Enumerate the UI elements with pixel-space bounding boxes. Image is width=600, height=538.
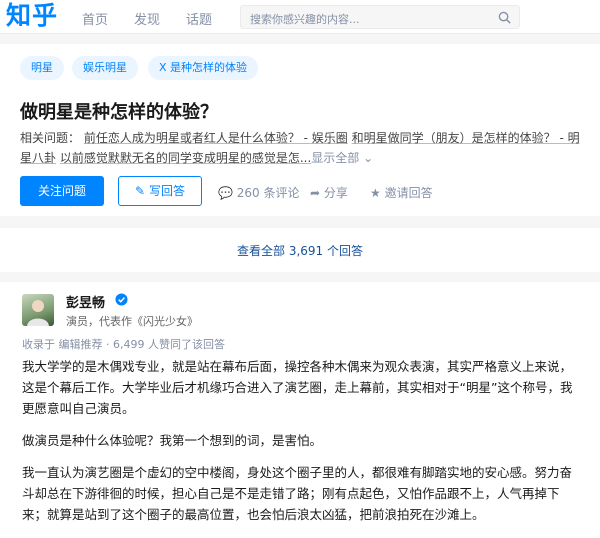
nav-discover[interactable]: 发现 <box>134 9 160 28</box>
answer-meta: 收录于 编辑推荐 · 6,499 人赞同了该回答 <box>22 338 225 351</box>
answer-paragraph: 做演员是种什么体验呢？我第一个想到的词，是害怕。 <box>22 433 323 448</box>
verified-icon <box>115 293 128 306</box>
show-all-link[interactable]: 显示全部 ⌄ <box>311 151 373 165</box>
search-input[interactable]: 搜索你感兴趣的内容... <box>240 5 520 29</box>
topic-tag[interactable]: X 是种怎样的体验 <box>148 56 259 80</box>
nav-home[interactable]: 首页 <box>82 9 108 28</box>
nav-topics[interactable]: 话题 <box>186 9 212 28</box>
question-title: 做明星是种怎样的体验？ <box>20 102 218 123</box>
related-label: 相关问题： <box>20 131 81 145</box>
comments-button[interactable]: 💬 260 条评论 <box>218 184 300 201</box>
related-question-link[interactable]: 前任恋人成为明星或者红人是什么体验？ - 娱乐圈 <box>84 131 348 145</box>
write-answer-button[interactable]: ✎ 写回答 <box>118 176 202 206</box>
search-placeholder: 搜索你感兴趣的内容... <box>250 13 360 26</box>
invite-icon: ★ <box>370 186 381 200</box>
topic-tag[interactable]: 娱乐明星 <box>72 56 138 80</box>
answer-paragraph: 我一直认为演艺圈是个虚幻的空中楼阁，身处这个圈子里的人，都很难有脚踏实地的安心感… <box>22 465 573 522</box>
author-name[interactable]: 彭昱畅 <box>66 292 105 311</box>
share-button[interactable]: ➦ 分享 <box>310 184 348 201</box>
avatar[interactable] <box>22 294 54 326</box>
answer-paragraph: 我大学学的是木偶戏专业，就是站在幕布后面，操控各种木偶来为观众表演，其实严格意义… <box>22 359 573 416</box>
share-icon: ➦ <box>310 186 321 200</box>
zhihu-logo[interactable]: 知乎 <box>6 1 58 31</box>
person-icon <box>27 300 49 326</box>
follow-question-button[interactable]: 关注问题 <box>20 176 104 206</box>
related-questions: 相关问题： 前任恋人成为明星或者红人是什么体验？ - 娱乐圈 和明星做同学（朋友… <box>20 128 585 168</box>
comment-icon: 💬 <box>218 186 233 200</box>
related-question-link[interactable]: 以前感觉默默无名的同学变成明星的感觉是怎... <box>60 151 311 165</box>
answer-card: 彭昱畅 演员，代表作《闪光少女》 收录于 编辑推荐 · 6,499 人赞同了该回… <box>0 282 600 538</box>
question-header: 明星 娱乐明星 X 是种怎样的体验 做明星是种怎样的体验？ 相关问题： 前任恋人… <box>0 44 600 216</box>
invite-answer-button[interactable]: ★ 邀请回答 <box>370 184 433 201</box>
view-all-answers-link[interactable]: 查看全部 3,691 个回答 <box>0 242 600 259</box>
author-headline: 演员，代表作《闪光少女》 <box>66 315 198 328</box>
top-bar: 知乎 首页 发现 话题 搜索你感兴趣的内容... <box>0 0 600 34</box>
topic-tag[interactable]: 明星 <box>20 56 64 80</box>
search-icon[interactable] <box>498 11 511 24</box>
chevron-down-icon: ⌄ <box>363 151 374 165</box>
view-all-answers-card: 查看全部 3,691 个回答 <box>0 228 600 272</box>
pencil-icon: ✎ <box>135 184 146 198</box>
